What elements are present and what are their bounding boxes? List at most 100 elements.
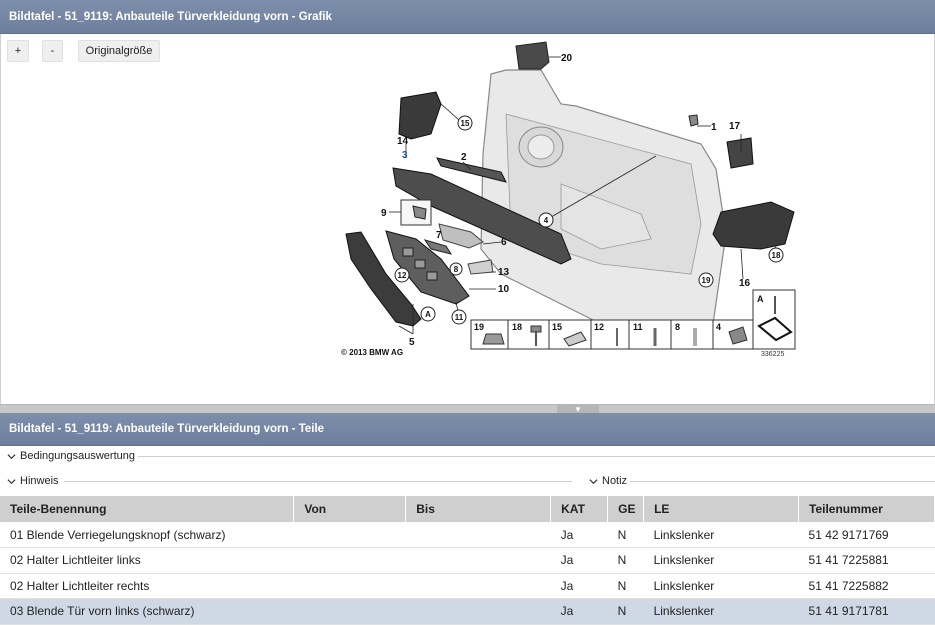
callout-6[interactable]: 6 (501, 237, 507, 248)
switch-3-shape (426, 271, 438, 281)
copyright-text: © 2013 BMW AG (341, 348, 403, 357)
switch-2-shape (414, 259, 426, 269)
column-header-part-number[interactable]: Teilenummer (798, 496, 935, 522)
svg-text:19: 19 (702, 276, 711, 285)
callout-3[interactable]: 3 (402, 150, 408, 161)
cell-part-number: 51 41 9171781 (798, 598, 935, 625)
callout-5[interactable]: 5 (409, 337, 415, 348)
cell-kat: Ja (550, 573, 608, 599)
cell-von (293, 598, 406, 625)
cell-part-number: 51 42 9171769 (798, 522, 935, 548)
part-6-shape (438, 223, 484, 249)
svg-text:15: 15 (552, 322, 562, 332)
splitter-toggle-button[interactable]: ▼ (557, 405, 599, 414)
cell-ge: N (607, 522, 644, 548)
cell-von (293, 522, 406, 548)
cell-part-number: 51 41 7225881 (798, 547, 935, 574)
callout-9[interactable]: 9 (381, 208, 387, 219)
speaker-inner-shape (527, 134, 555, 160)
callout-14[interactable]: 14 (397, 136, 409, 147)
cell-le: Linkslenker (643, 547, 799, 574)
cell-part-name: 02 Halter Lichtleiter links (0, 547, 294, 574)
part-1-shape (688, 114, 699, 127)
column-header-bis[interactable]: Bis (405, 496, 552, 522)
part-20-shape (515, 41, 550, 70)
chevron-down-icon (7, 453, 16, 459)
cell-bis (405, 573, 551, 599)
conditions-label[interactable]: Bedingungsauswertung (20, 450, 135, 462)
hint-label[interactable]: Hinweis (20, 475, 59, 487)
svg-text:A: A (425, 310, 431, 319)
part-13-shape (467, 259, 494, 275)
chevron-down-icon (589, 478, 598, 484)
callout-17[interactable]: 17 (729, 121, 741, 132)
column-header-von[interactable]: Von (293, 496, 407, 522)
hint-section[interactable]: Hinweis (0, 470, 580, 492)
cell-kat: Ja (550, 547, 608, 574)
callout-16[interactable]: 16 (739, 278, 751, 289)
chevron-down-icon (7, 478, 16, 484)
table-row[interactable]: 01 Blende Verriegelungsknopf (schwarz) J… (0, 522, 935, 548)
column-header-le[interactable]: LE (643, 496, 800, 522)
svg-text:19: 19 (474, 322, 484, 332)
switch-1-shape (402, 247, 414, 257)
cell-ge: N (607, 573, 644, 599)
cell-von (293, 547, 406, 574)
cell-kat: Ja (550, 522, 608, 548)
callout-1[interactable]: 1 (711, 122, 717, 133)
callout-10[interactable]: 10 (498, 284, 510, 295)
table-row[interactable]: 02 Halter Lichtleiter links Ja N Linksle… (0, 547, 935, 574)
cell-part-number: 51 41 7225882 (798, 573, 935, 599)
svg-text:A: A (757, 294, 764, 304)
note-label[interactable]: Notiz (602, 475, 627, 487)
parts-diagram[interactable]: 20 14 3 2 1 17 9 7 6 13 10 5 16 15 4 8 1… (1, 34, 935, 404)
pane-splitter[interactable]: ▼ (0, 404, 935, 414)
svg-text:18: 18 (772, 251, 781, 260)
graphic-panel-title: Bildtafel - 51_9119: Anbauteile Türverkl… (0, 0, 935, 34)
svg-text:4: 4 (716, 322, 721, 332)
conditions-section[interactable]: Bedingungsauswertung (0, 445, 935, 467)
part-15-shape (398, 91, 442, 140)
callout-2[interactable]: 2 (461, 152, 467, 163)
cell-kat: Ja (550, 598, 608, 625)
svg-text:8: 8 (675, 322, 680, 332)
parts-panel-title: Bildtafel - 51_9119: Anbauteile Türverkl… (0, 413, 935, 446)
cell-bis (405, 598, 551, 625)
cell-ge: N (607, 598, 644, 625)
column-header-ge[interactable]: GE (607, 496, 645, 522)
svg-text:11: 11 (455, 313, 464, 322)
table-row-selected[interactable]: 03 Blende Tür vorn links (schwarz) Ja N … (0, 598, 935, 625)
column-header-name[interactable]: Teile-Benennung (0, 496, 295, 522)
callout-7[interactable]: 7 (436, 230, 442, 241)
cell-bis (405, 522, 551, 548)
svg-text:12: 12 (594, 322, 604, 332)
drawing-number-text: 336225 (761, 351, 784, 358)
svg-text:11: 11 (633, 322, 643, 332)
note-section[interactable]: Notiz (582, 470, 935, 492)
svg-text:18: 18 (512, 322, 522, 332)
cell-le: Linkslenker (643, 522, 799, 548)
cell-part-name: 01 Blende Verriegelungsknopf (schwarz) (0, 522, 294, 548)
graphic-title-text: Bildtafel - 51_9119: Anbauteile Türverkl… (9, 10, 332, 23)
cell-part-name: 03 Blende Tür vorn links (schwarz) (0, 598, 294, 625)
cell-le: Linkslenker (643, 573, 799, 599)
svg-text:15: 15 (461, 119, 470, 128)
cell-ge: N (607, 547, 644, 574)
table-header-row: Teile-Benennung Von Bis KAT GE LE Teilen… (0, 496, 935, 522)
svg-text:4: 4 (544, 216, 549, 225)
cell-von (293, 573, 406, 599)
cell-le: Linkslenker (643, 598, 799, 625)
table-row[interactable]: 02 Halter Lichtleiter rechts Ja N Linksl… (0, 573, 935, 599)
parts-table: Teile-Benennung Von Bis KAT GE LE Teilen… (0, 496, 935, 625)
cell-bis (405, 547, 551, 574)
part-17-shape (726, 137, 754, 169)
parts-title-text: Bildtafel - 51_9119: Anbauteile Türverkl… (9, 423, 325, 435)
part-16-shape (712, 201, 795, 250)
callout-13[interactable]: 13 (498, 267, 510, 278)
column-header-kat[interactable]: KAT (550, 496, 609, 522)
svg-text:8: 8 (454, 265, 459, 274)
cell-part-name: 02 Halter Lichtleiter rechts (0, 573, 294, 599)
svg-text:12: 12 (398, 271, 407, 280)
callout-20[interactable]: 20 (561, 53, 573, 64)
graphic-pane[interactable]: + - Originalgröße 20 14 3 2 1 17 9 7 6 1… (0, 34, 935, 404)
